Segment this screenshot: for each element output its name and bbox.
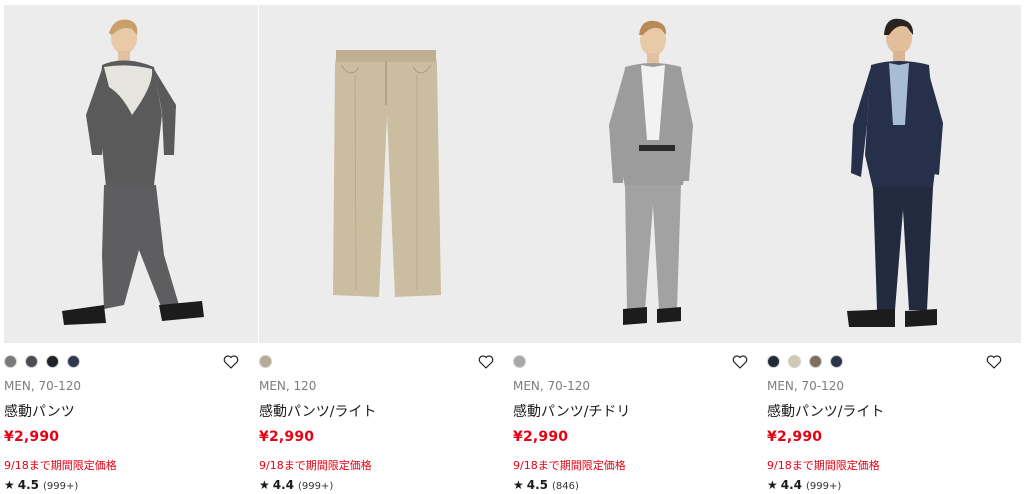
product-rating: ★ 4.4 (999+) bbox=[767, 478, 841, 492]
product-card[interactable]: MEN, 70-120 感動パンツ/チドリ ¥2,990 9/18まで期間限定価… bbox=[513, 5, 767, 494]
rating-score: 4.4 bbox=[272, 478, 295, 492]
product-image[interactable] bbox=[513, 5, 767, 343]
color-swatch[interactable] bbox=[67, 355, 80, 368]
product-name[interactable]: 感動パンツ/ライト bbox=[767, 401, 884, 421]
review-count: (846) bbox=[552, 481, 579, 492]
product-rating: ★ 4.5 (846) bbox=[513, 478, 579, 492]
product-image[interactable] bbox=[4, 5, 258, 343]
product-image[interactable] bbox=[767, 5, 1021, 343]
heart-outline-icon[interactable] bbox=[731, 353, 749, 371]
product-price: ¥2,990 bbox=[767, 429, 823, 445]
color-swatches bbox=[767, 353, 1021, 371]
promo-text: 9/18まで期間限定価格 bbox=[4, 459, 117, 472]
heart-outline-icon[interactable] bbox=[222, 353, 240, 371]
color-swatch[interactable] bbox=[4, 355, 17, 368]
star-icon: ★ bbox=[4, 478, 15, 492]
review-count: (999+) bbox=[298, 481, 334, 492]
color-swatch[interactable] bbox=[25, 355, 38, 368]
product-card[interactable]: MEN, 70-120 感動パンツ ¥2,990 9/18まで期間限定価格 ★ … bbox=[4, 5, 258, 494]
star-icon: ★ bbox=[259, 478, 270, 492]
color-swatch[interactable] bbox=[809, 355, 822, 368]
product-name[interactable]: 感動パンツ bbox=[4, 401, 75, 421]
rating-score: 4.4 bbox=[780, 478, 803, 492]
product-card[interactable]: MEN, 120 感動パンツ/ライト ¥2,990 9/18まで期間限定価格 ★… bbox=[259, 5, 513, 494]
review-count: (999+) bbox=[806, 481, 842, 492]
color-swatches bbox=[259, 353, 513, 371]
product-grid: MEN, 70-120 感動パンツ ¥2,990 9/18まで期間限定価格 ★ … bbox=[0, 0, 1024, 494]
heart-outline-icon[interactable] bbox=[477, 353, 495, 371]
promo-text: 9/18まで期間限定価格 bbox=[259, 459, 372, 472]
product-price: ¥2,990 bbox=[4, 429, 60, 445]
star-icon: ★ bbox=[767, 478, 778, 492]
promo-text: 9/18まで期間限定価格 bbox=[767, 459, 880, 472]
color-swatches bbox=[4, 353, 258, 371]
product-name[interactable]: 感動パンツ/ライト bbox=[259, 401, 376, 421]
product-gender-size: MEN, 120 bbox=[259, 379, 317, 393]
rating-score: 4.5 bbox=[17, 478, 40, 492]
color-swatches bbox=[513, 353, 767, 371]
color-swatch[interactable] bbox=[788, 355, 801, 368]
product-price: ¥2,990 bbox=[513, 429, 569, 445]
product-gender-size: MEN, 70-120 bbox=[4, 379, 82, 393]
heart-outline-icon[interactable] bbox=[985, 353, 1003, 371]
review-count: (999+) bbox=[43, 481, 79, 492]
color-swatch[interactable] bbox=[830, 355, 843, 368]
product-gender-size: MEN, 70-120 bbox=[767, 379, 845, 393]
product-rating: ★ 4.4 (999+) bbox=[259, 478, 333, 492]
product-card[interactable]: MEN, 70-120 感動パンツ/ライト ¥2,990 9/18まで期間限定価… bbox=[767, 5, 1021, 494]
promo-text: 9/18まで期間限定価格 bbox=[513, 459, 626, 472]
star-icon: ★ bbox=[513, 478, 524, 492]
rating-score: 4.5 bbox=[526, 478, 549, 492]
product-rating: ★ 4.5 (999+) bbox=[4, 478, 78, 492]
color-swatch[interactable] bbox=[767, 355, 780, 368]
color-swatch[interactable] bbox=[513, 355, 526, 368]
product-name[interactable]: 感動パンツ/チドリ bbox=[513, 401, 630, 421]
color-swatch[interactable] bbox=[46, 355, 59, 368]
product-price: ¥2,990 bbox=[259, 429, 315, 445]
product-gender-size: MEN, 70-120 bbox=[513, 379, 591, 393]
product-image[interactable] bbox=[259, 5, 513, 343]
color-swatch[interactable] bbox=[259, 355, 272, 368]
